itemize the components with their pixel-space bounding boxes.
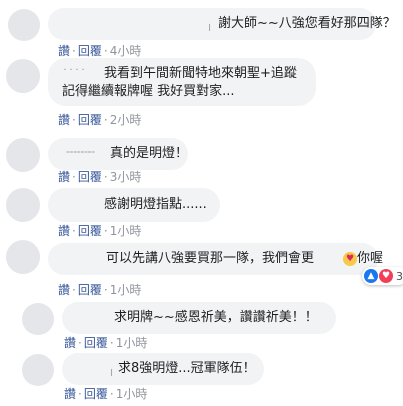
comment-text: 謝大師~~八強您看好那四隊？ <box>218 16 396 31</box>
comment-bubble: 感謝明燈指點...... <box>48 188 220 222</box>
like-link[interactable]: 讚 <box>58 44 70 58</box>
timestamp[interactable]: 2小時 <box>110 113 142 127</box>
reply-link[interactable]: 回覆 <box>78 44 102 58</box>
reply-link[interactable]: 回覆 <box>78 170 102 184</box>
blurred-author-name[interactable]: ˙˙˙˙ <box>62 66 86 82</box>
comment-actions: 讚 · 回覆 · 1小時 <box>64 334 147 351</box>
blurred-author-name[interactable]: ╷ <box>206 16 213 32</box>
comment-text: 求8強明燈...冠軍隊伍！ <box>118 361 256 376</box>
avatar[interactable] <box>8 9 40 41</box>
timestamp[interactable]: 3小時 <box>110 170 142 184</box>
avatar[interactable] <box>6 188 40 222</box>
comment-text-line1: 我看到午間新聞特地來朝聖+追蹤 <box>104 66 297 81</box>
comment-bubble: ╌╌╌╌ 真的是明燈！ <box>48 138 188 170</box>
separator: · <box>72 224 76 238</box>
comment-bubble: ˙˙˙˙ 我看到午間新聞特地來朝聖+追蹤 記得繼續報牌喔 我好買對家... <box>48 58 316 106</box>
avatar[interactable] <box>22 303 54 335</box>
separator: · <box>103 170 108 184</box>
separator: · <box>78 336 82 350</box>
reply-link[interactable]: 回覆 <box>78 224 102 238</box>
separator: · <box>78 387 82 401</box>
comment-actions: 讚 · 回覆 · 1小時 <box>64 385 147 402</box>
heart-eyes-emoji-icon: ♥ <box>343 252 357 266</box>
reply-link[interactable]: 回覆 <box>78 283 102 297</box>
blurred-author-name[interactable]: ╌╌╌╌ <box>66 144 95 160</box>
like-link[interactable]: 讚 <box>58 170 70 184</box>
separator: · <box>103 113 108 127</box>
like-link[interactable]: 讚 <box>58 283 70 297</box>
separator: · <box>103 283 108 297</box>
comment-actions: 讚 · 回覆 · 4小時 <box>58 42 141 59</box>
love-reaction-icon: ♥ <box>379 269 393 283</box>
separator: · <box>103 44 108 58</box>
blurred-author-name[interactable]: ╷ <box>108 361 115 377</box>
reply-link[interactable]: 回覆 <box>84 387 108 401</box>
comment-text-line2: 記得繼續報牌喔 我好買對家... <box>62 84 235 99</box>
avatar[interactable] <box>6 59 40 93</box>
avatar[interactable] <box>6 240 40 274</box>
comment-bubble: ╷ 求8強明燈...冠軍隊伍！ <box>62 353 264 385</box>
avatar[interactable] <box>22 354 54 386</box>
avatar[interactable] <box>6 138 40 172</box>
like-reaction-icon: ▲ <box>364 269 378 283</box>
comment-text: 可以先講八強要買那一隊，我們會更 <box>106 251 315 266</box>
like-link[interactable]: 讚 <box>58 224 70 238</box>
timestamp[interactable]: 1小時 <box>116 336 148 350</box>
like-link[interactable]: 讚 <box>64 336 76 350</box>
comment-bubble: 可以先講八強要買那一隊，我們會更 ♥ 你喔 <box>48 243 383 275</box>
timestamp[interactable]: 4小時 <box>110 44 142 58</box>
separator: · <box>72 170 76 184</box>
timestamp[interactable]: 1小時 <box>110 224 142 238</box>
reply-link[interactable]: 回覆 <box>84 336 108 350</box>
timestamp[interactable]: 1小時 <box>110 283 142 297</box>
separator: · <box>72 283 76 297</box>
separator: · <box>109 387 114 401</box>
comment-actions: 讚 · 回覆 · 3小時 <box>58 168 141 185</box>
comment-bubble: 求明牌~~感恩祈美，讚讚祈美！！ <box>62 302 336 334</box>
comment-text: 求明牌~~感恩祈美，讚讚祈美！！ <box>114 310 318 325</box>
separator: · <box>72 44 76 58</box>
comment-bubble: ╷ 謝大師~~八強您看好那四隊？ <box>48 8 396 40</box>
reaction-count-badge[interactable]: ▲ ♥ 3 <box>362 267 403 285</box>
comment-actions: 讚 · 回覆 · 1小時 <box>58 281 141 298</box>
comment-actions: 讚 · 回覆 · 1小時 <box>58 222 141 239</box>
comment-text-suffix: 你喔 <box>357 251 384 266</box>
reply-link[interactable]: 回覆 <box>78 113 102 127</box>
separator: · <box>103 224 108 238</box>
comment-text: 真的是明燈！ <box>110 146 189 161</box>
like-link[interactable]: 讚 <box>64 387 76 401</box>
reaction-count: 3 <box>396 269 403 283</box>
separator: · <box>109 336 114 350</box>
comment-text: 感謝明燈指點...... <box>104 197 207 212</box>
comment-actions: 讚 · 回覆 · 2小時 <box>58 111 141 128</box>
like-link[interactable]: 讚 <box>58 113 70 127</box>
timestamp[interactable]: 1小時 <box>116 387 148 401</box>
separator: · <box>72 113 76 127</box>
